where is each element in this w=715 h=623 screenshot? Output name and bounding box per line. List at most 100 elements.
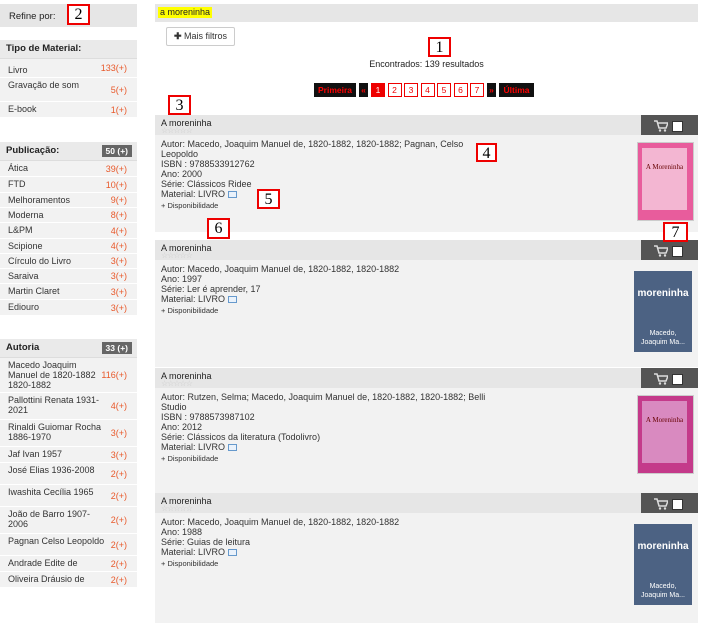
facet-item[interactable]: Jaf Ivan 1957 3(+) (0, 447, 137, 463)
facet-item-ebook[interactable]: E-book 1(+) (0, 102, 137, 118)
rating-stars[interactable]: ☆☆☆☆☆ (161, 127, 193, 135)
select-checkbox[interactable] (672, 374, 683, 385)
facet-item-livro[interactable]: Livro 133(+) (0, 59, 137, 78)
facet-item[interactable]: Martin Claret 3(+) (0, 284, 137, 300)
facet-count[interactable]: 1(+) (111, 105, 127, 115)
pager-page[interactable]: 1 (371, 83, 385, 97)
facet-count[interactable]: 4(+) (111, 401, 127, 411)
rating-stars[interactable]: ☆☆☆☆☆ (161, 505, 193, 513)
facet-count[interactable]: 133(+) (101, 63, 127, 73)
facet-item[interactable]: Pagnan Celso Leopoldo 2(+) (0, 534, 137, 556)
facet-count[interactable]: 3(+) (111, 450, 127, 460)
pager-page[interactable]: 2 (387, 83, 402, 97)
facet-item[interactable]: Macedo Joaquim Manuel de 1820-1882 1820-… (0, 358, 137, 393)
facet-item[interactable]: Saraiva 3(+) (0, 269, 137, 284)
facet-count[interactable]: 116(+) (101, 370, 127, 380)
pager-last[interactable]: Última (499, 83, 534, 97)
facet-count[interactable]: 2(+) (111, 469, 127, 479)
pager-next[interactable]: » (487, 83, 496, 97)
facet-label[interactable]: Jaf Ivan 1957 (8, 449, 62, 459)
pager-prev[interactable]: « (359, 83, 368, 97)
select-checkbox[interactable] (672, 121, 683, 132)
facet-item[interactable]: Melhoramentos 9(+) (0, 193, 137, 208)
book-icon[interactable] (228, 549, 238, 556)
facet-label[interactable]: L&PM (8, 225, 33, 235)
mais-filtros-button[interactable]: ✚ Mais filtros (166, 27, 235, 46)
pager-page[interactable]: 3 (404, 83, 418, 97)
facet-item[interactable]: Ática 39(+) (0, 161, 137, 177)
book-cover[interactable]: A Moreninha (637, 142, 694, 221)
book-cover[interactable]: moreninha Macedo, Joaquim Ma... (634, 524, 692, 605)
facet-label[interactable]: Moderna (8, 210, 44, 220)
facet-label[interactable]: Pagnan Celso Leopoldo (8, 536, 104, 546)
facet-count[interactable]: 4(+) (111, 226, 127, 236)
facet-label[interactable]: FTD (8, 179, 26, 189)
facet-item[interactable]: Círculo do Livro 3(+) (0, 254, 137, 269)
facet-label[interactable]: José Elias 1936-2008 (8, 465, 95, 475)
search-term[interactable]: a moreninha (158, 7, 213, 18)
facet-count[interactable]: 4(+) (111, 241, 127, 251)
facet-count[interactable]: 10(+) (106, 180, 127, 190)
facet-label[interactable]: Melhoramentos (8, 195, 70, 205)
facet-label[interactable]: Saraiva (8, 271, 39, 281)
facet-label[interactable]: João de Barro 1907-2006 (8, 509, 90, 529)
facet-count[interactable]: 2(+) (111, 575, 127, 585)
facet-item[interactable]: José Elias 1936-2008 2(+) (0, 463, 137, 485)
facet-count[interactable]: 9(+) (111, 195, 127, 205)
facet-label[interactable]: Iwashita Cecília 1965 (8, 487, 94, 497)
facet-item[interactable]: Iwashita Cecília 1965 2(+) (0, 485, 137, 507)
book-icon[interactable] (228, 296, 238, 303)
facet-label[interactable]: Ediouro (8, 302, 39, 312)
pager-page[interactable]: 7 (470, 83, 484, 97)
rating-stars[interactable]: ☆☆☆☆☆ (161, 252, 193, 260)
select-checkbox[interactable] (672, 499, 683, 510)
cart-icon[interactable] (654, 120, 668, 132)
facet-label[interactable]: Macedo Joaquim Manuel de 1820-1882 1820-… (8, 360, 96, 390)
facet-total-count[interactable]: 50 (+) (101, 145, 132, 157)
book-cover[interactable]: moreninha Macedo, Joaquim Ma... (634, 271, 692, 352)
facet-item[interactable]: L&PM 4(+) (0, 223, 137, 239)
facet-item[interactable]: Scipione 4(+) (0, 239, 137, 254)
facet-item[interactable]: Rinaldi Guiomar Rocha 1886-1970 3(+) (0, 420, 137, 447)
facet-label[interactable]: Martin Claret (8, 286, 60, 296)
facet-item-gravacao[interactable]: Gravação de som 5(+) (0, 78, 137, 102)
disponibilidade-link[interactable]: + Disponibilidade (161, 306, 491, 316)
facet-item[interactable]: FTD 10(+) (0, 177, 137, 193)
cart-icon[interactable] (654, 498, 668, 510)
cart-icon[interactable] (654, 373, 668, 385)
facet-label[interactable]: Gravação de som (8, 80, 79, 90)
facet-count[interactable]: 2(+) (111, 559, 127, 569)
facet-label[interactable]: Scipione (8, 241, 43, 251)
facet-count[interactable]: 3(+) (111, 428, 127, 438)
rating-stars[interactable]: ☆☆☆☆☆ (161, 380, 193, 388)
facet-count[interactable]: 3(+) (111, 303, 127, 313)
pager-first[interactable]: Primeira (314, 83, 356, 97)
facet-item[interactable]: Moderna 8(+) (0, 208, 137, 223)
facet-label[interactable]: Oliveira Dráusio de (8, 574, 85, 584)
book-icon[interactable] (228, 444, 238, 451)
cart-icon[interactable] (654, 245, 668, 257)
facet-label[interactable]: Pallottini Renata 1931-2021 (8, 395, 99, 415)
facet-item[interactable]: Oliveira Dráusio de 2(+) (0, 572, 137, 588)
pager-page[interactable]: 5 (437, 83, 451, 97)
facet-label[interactable]: Ática (8, 163, 28, 173)
facet-item[interactable]: João de Barro 1907-2006 2(+) (0, 507, 137, 534)
facet-item[interactable]: Pallottini Renata 1931-2021 4(+) (0, 393, 137, 420)
facet-item[interactable]: Andrade Edite de 2(+) (0, 556, 137, 572)
facet-label[interactable]: Rinaldi Guiomar Rocha 1886-1970 (8, 422, 101, 442)
book-cover[interactable]: A Moreninha (637, 395, 694, 474)
facet-label[interactable]: E-book (8, 104, 37, 114)
pager-page[interactable]: 6 (453, 83, 468, 97)
disponibilidade-link[interactable]: + Disponibilidade (161, 201, 491, 211)
facet-count[interactable]: 2(+) (111, 540, 127, 550)
facet-label[interactable]: Círculo do Livro (8, 256, 71, 266)
book-icon[interactable] (228, 191, 238, 198)
disponibilidade-link[interactable]: + Disponibilidade (161, 559, 491, 569)
facet-count[interactable]: 8(+) (111, 210, 127, 220)
pager-page[interactable]: 4 (420, 83, 435, 97)
disponibilidade-link[interactable]: + Disponibilidade (161, 454, 491, 464)
facet-count[interactable]: 5(+) (111, 85, 127, 95)
facet-count[interactable]: 3(+) (111, 287, 127, 297)
facet-label[interactable]: Livro (8, 65, 28, 75)
select-checkbox[interactable] (672, 246, 683, 257)
